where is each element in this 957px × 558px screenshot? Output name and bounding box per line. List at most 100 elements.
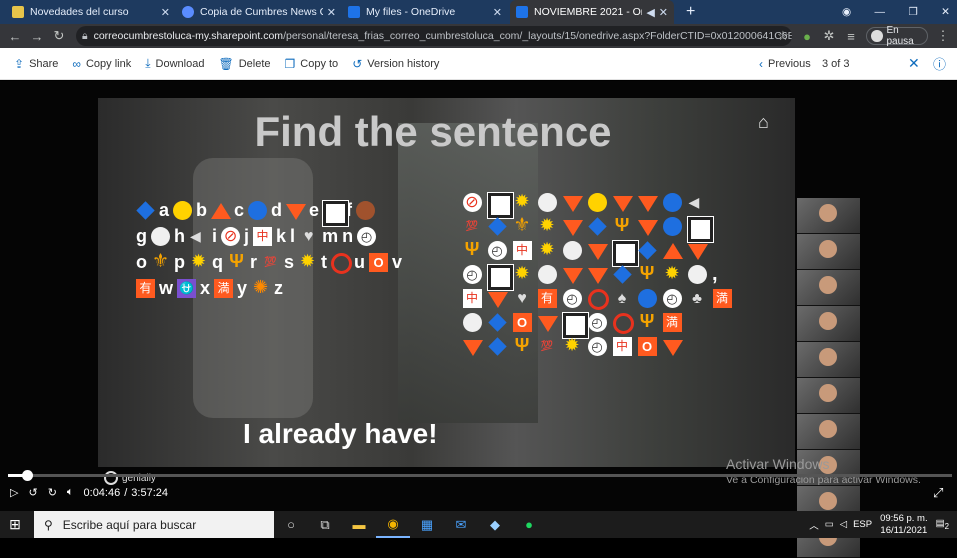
play-icon[interactable]: ▷ <box>10 486 18 499</box>
new-tab-button[interactable]: + <box>680 0 704 24</box>
key-letter: j <box>244 225 250 246</box>
close-tab-icon[interactable]: ✕ <box>493 6 502 19</box>
chevron-up-icon[interactable]: ︿ <box>809 518 819 532</box>
sun-symbol-icon <box>512 263 534 285</box>
bookmark-star-icon[interactable]: ☆ <box>772 28 794 44</box>
rewind-10-icon[interactable]: ↺ <box>28 486 37 499</box>
wsq-symbol-icon <box>562 312 588 338</box>
url-field[interactable]: 🔒︎ correocumbrestoluca-my.sharepoint.com… <box>76 26 792 46</box>
close-tab-icon[interactable]: ✕ <box>161 6 170 19</box>
app-icon[interactable]: ◆ <box>478 517 512 533</box>
sun-symbol-icon <box>512 191 534 213</box>
rring-symbol-icon <box>612 312 634 334</box>
participant-thumbnail <box>797 378 860 414</box>
close-tab-icon[interactable]: ✕ <box>327 6 336 19</box>
forward-10-icon[interactable]: ↻ <box>48 486 57 499</box>
fullscreen-icon[interactable]: ⤢ <box>933 485 943 501</box>
reload-icon[interactable]: ↻ <box>48 28 70 44</box>
mail-icon[interactable]: ✉ <box>444 517 478 533</box>
close-tab-icon[interactable]: ✕ <box>659 6 668 19</box>
participant-thumbnail <box>797 234 860 270</box>
key-letter: g <box>136 225 147 246</box>
cortana-icon[interactable]: ○ <box>274 517 308 532</box>
man-symbol-icon <box>213 278 234 299</box>
fleur-symbol-icon <box>512 214 534 237</box>
diamond-symbol-icon <box>637 240 659 261</box>
club-symbol-icon <box>687 288 709 309</box>
extensions-puzzle-icon[interactable]: ✲ <box>818 28 840 44</box>
file-explorer-icon[interactable]: ▬ <box>342 517 376 532</box>
rring-symbol-icon <box>587 288 609 310</box>
tab-my-files[interactable]: My files - OneDrive ✕ <box>342 0 508 24</box>
spade-symbol-icon <box>612 288 634 309</box>
version-history-button[interactable]: ↺ Version history <box>352 57 439 71</box>
media-control-icon[interactable]: ≡ <box>840 29 862 44</box>
clock[interactable]: 09:56 p. m. 16/11/2021 <box>880 513 928 537</box>
key-letter: z <box>274 277 284 298</box>
mute-icon[interactable]: ◀ <box>646 6 654 19</box>
diamond-symbol-icon <box>487 312 509 333</box>
profile-menu-icon[interactable]: ◉ <box>842 6 851 18</box>
share-button[interactable]: ⇪ Share <box>14 57 58 71</box>
wcirc-symbol-icon <box>537 264 559 285</box>
forward-icon[interactable]: → <box>26 29 48 44</box>
video-viewer[interactable]: Find the sentence ⌂ abcdefghijklmnopqrst… <box>0 81 957 558</box>
language-indicator[interactable]: ESP <box>853 519 872 530</box>
puzzle-row <box>460 286 745 310</box>
ideo-symbol-icon <box>462 288 484 309</box>
info-icon[interactable]: ⓘ <box>933 54 946 73</box>
tab-novedades[interactable]: Novedades del curso ✕ <box>6 0 176 24</box>
spotify-icon[interactable]: ● <box>512 517 546 532</box>
close-window-icon[interactable]: ✕ <box>941 6 950 18</box>
delete-button[interactable]: 🗑︎ Delete <box>218 57 270 71</box>
calendar-icon[interactable]: ▦ <box>410 517 444 533</box>
fleur-symbol-icon <box>150 250 171 273</box>
video-progress-bar[interactable] <box>8 470 952 481</box>
volume-icon[interactable]: 🔈︎ <box>67 486 74 499</box>
download-button[interactable]: ⤓ Download <box>145 56 204 71</box>
more-menu-icon[interactable]: ⋮ <box>932 28 954 44</box>
previous-button[interactable]: ‹ Previous <box>759 57 811 71</box>
close-viewer-icon[interactable]: ✕ <box>908 55 920 72</box>
wcirc-symbol-icon <box>562 240 584 261</box>
system-tray: ︿ ▭ ◁ ESP 09:56 p. m. 16/11/2021 ▤2 <box>809 511 957 538</box>
key-letter: o <box>136 251 147 272</box>
genially-slide: Find the sentence ⌂ abcdefghijklmnopqrst… <box>98 98 795 467</box>
participant-thumbnail <box>797 342 860 378</box>
trash-icon: 🗑︎ <box>218 56 234 71</box>
osq-symbol-icon <box>512 312 534 333</box>
key-letter: r <box>250 251 258 272</box>
copy-to-button[interactable]: ❐ Copy to <box>285 57 339 71</box>
network-icon[interactable]: ▭ <box>825 519 834 530</box>
trid-symbol-icon <box>612 215 634 237</box>
dtri-symbol-icon <box>562 264 584 285</box>
restore-icon[interactable]: ❐ <box>908 6 917 18</box>
notifications-icon[interactable]: ▤2 <box>936 518 949 531</box>
brcirc-symbol-icon <box>355 200 376 221</box>
home-icon[interactable]: ⌂ <box>758 112 769 133</box>
classroom-icon <box>12 6 24 18</box>
tab-noviembre[interactable]: NOVIEMBRE 2021 - OneDriv ◀ ✕ <box>510 0 674 24</box>
progress-handle[interactable] <box>21 470 33 481</box>
minimize-icon[interactable]: — <box>875 6 886 18</box>
dtri-symbol-icon <box>487 288 509 309</box>
copy-link-button[interactable]: ∞ Copy link <box>72 57 131 71</box>
puzzle-comma: , <box>712 262 718 285</box>
profile-paused-button[interactable]: En pausa <box>866 25 928 47</box>
extension-icon[interactable]: ● <box>796 29 818 44</box>
duration: 3:57:24 <box>131 486 168 499</box>
key-letter: t <box>321 251 328 272</box>
windows-start-icon[interactable]: ⊞ <box>0 516 30 533</box>
back-icon[interactable]: ← <box>4 29 26 44</box>
chrome-icon[interactable]: ◉ <box>376 511 410 538</box>
address-bar-row: ← → ↻ 🔒︎ correocumbrestoluca-my.sharepoi… <box>0 24 957 48</box>
trid-symbol-icon <box>637 311 659 333</box>
taskbar-search[interactable]: ⚲ Escribe aquí para buscar <box>34 511 274 538</box>
key-row: w x y z <box>134 276 434 300</box>
volume-icon[interactable]: ◁ <box>840 519 847 530</box>
task-view-icon[interactable]: ⧉ <box>308 517 342 533</box>
wsq-symbol-icon <box>487 192 513 218</box>
key-letter: x <box>200 277 211 298</box>
tab-copia-cumbres[interactable]: Copia de Cumbres News CIST oc ✕ <box>176 0 342 24</box>
rtri-symbol-icon <box>210 200 232 221</box>
